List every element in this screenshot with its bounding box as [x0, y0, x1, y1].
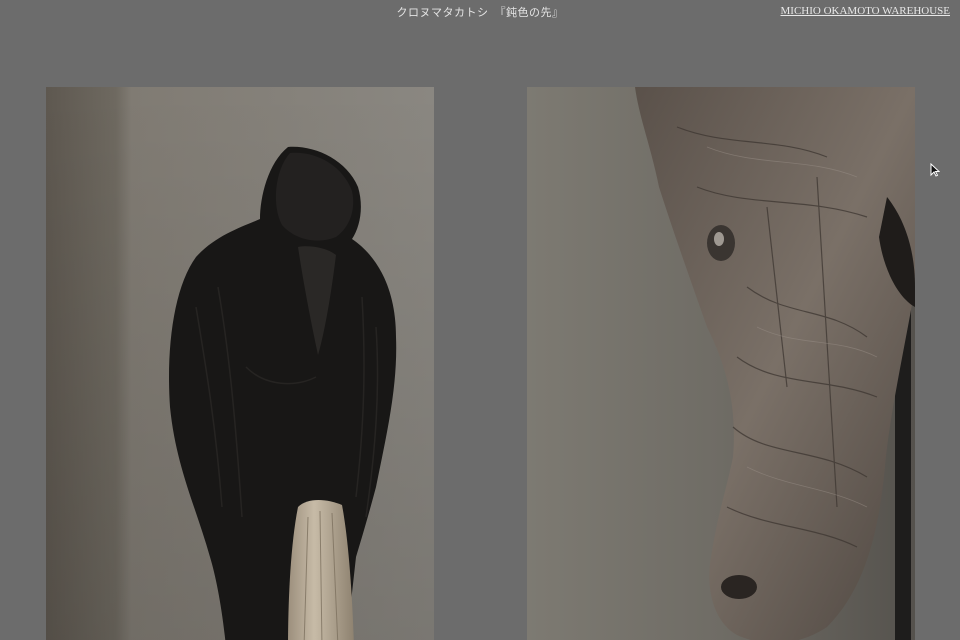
gallery-image-horse[interactable]	[527, 87, 915, 640]
mouse-pointer-icon	[930, 163, 940, 177]
horse-sculpture-image	[527, 87, 915, 640]
gallery-image-crow[interactable]	[46, 87, 434, 640]
page: クロヌマタカトシ 『鈍色の先』 MICHIO OKAMOTO WAREHOUSE	[0, 0, 960, 640]
crow-sculpture-image	[46, 87, 434, 640]
site-home-link[interactable]: MICHIO OKAMOTO WAREHOUSE	[781, 5, 951, 17]
